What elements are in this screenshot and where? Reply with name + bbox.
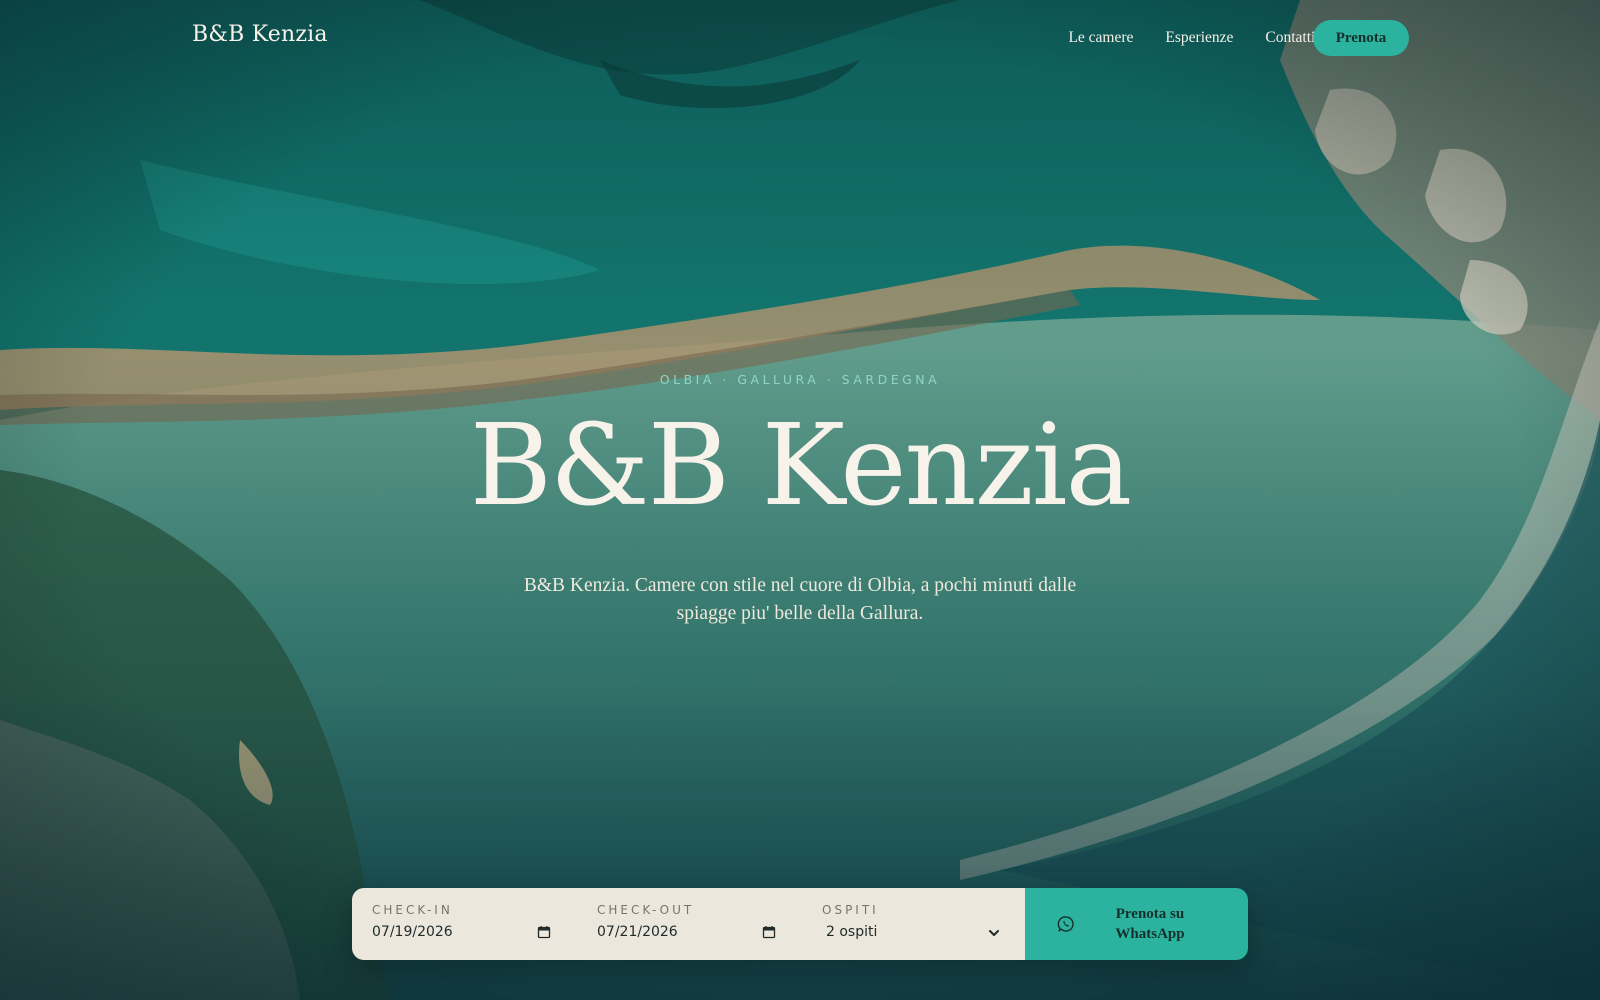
- whatsapp-book-button[interactable]: Prenota su WhatsApp: [1025, 888, 1248, 960]
- whatsapp-button-label: Prenota su WhatsApp: [1115, 906, 1185, 942]
- nav-link-contacts[interactable]: Contatti: [1265, 29, 1315, 47]
- chevron-down-icon[interactable]: [988, 928, 1000, 938]
- site-header: B&B Kenzia Le camere Esperienze Contatti…: [0, 0, 1600, 76]
- hero-subtitle: B&B Kenzia. Camere con stile nel cuore d…: [523, 575, 1077, 624]
- hero-location: OLBIA · GALLURA · SARDEGNA: [659, 372, 941, 387]
- checkout-label: CHECK-OUT: [597, 903, 695, 917]
- checkin-label: CHECK-IN: [372, 903, 453, 917]
- booking-bar: CHECK-IN 07/19/2026 CHECK-OUT 07/21/2026…: [352, 888, 1248, 960]
- calendar-icon[interactable]: [537, 925, 551, 939]
- booking-fields: CHECK-IN 07/19/2026 CHECK-OUT 07/21/2026…: [352, 888, 1025, 960]
- guests-field[interactable]: OSPITI 2 ospiti: [822, 888, 1022, 960]
- hero-title: B&B Kenzia: [469, 401, 1133, 531]
- checkout-input[interactable]: 07/21/2026: [597, 924, 678, 940]
- guests-label: OSPITI: [822, 903, 879, 917]
- guests-select[interactable]: 2 ospiti: [826, 924, 877, 940]
- nav-link-rooms[interactable]: Le camere: [1068, 29, 1133, 47]
- book-button[interactable]: Prenota: [1313, 20, 1409, 56]
- checkout-field[interactable]: CHECK-OUT 07/21/2026: [597, 888, 822, 960]
- site-logo[interactable]: B&B Kenzia: [192, 22, 328, 47]
- checkin-input[interactable]: 07/19/2026: [372, 924, 453, 940]
- whatsapp-icon: [1057, 916, 1074, 932]
- calendar-icon[interactable]: [762, 925, 776, 939]
- nav-link-experiences[interactable]: Esperienze: [1165, 29, 1233, 47]
- checkin-field[interactable]: CHECK-IN 07/19/2026: [372, 888, 597, 960]
